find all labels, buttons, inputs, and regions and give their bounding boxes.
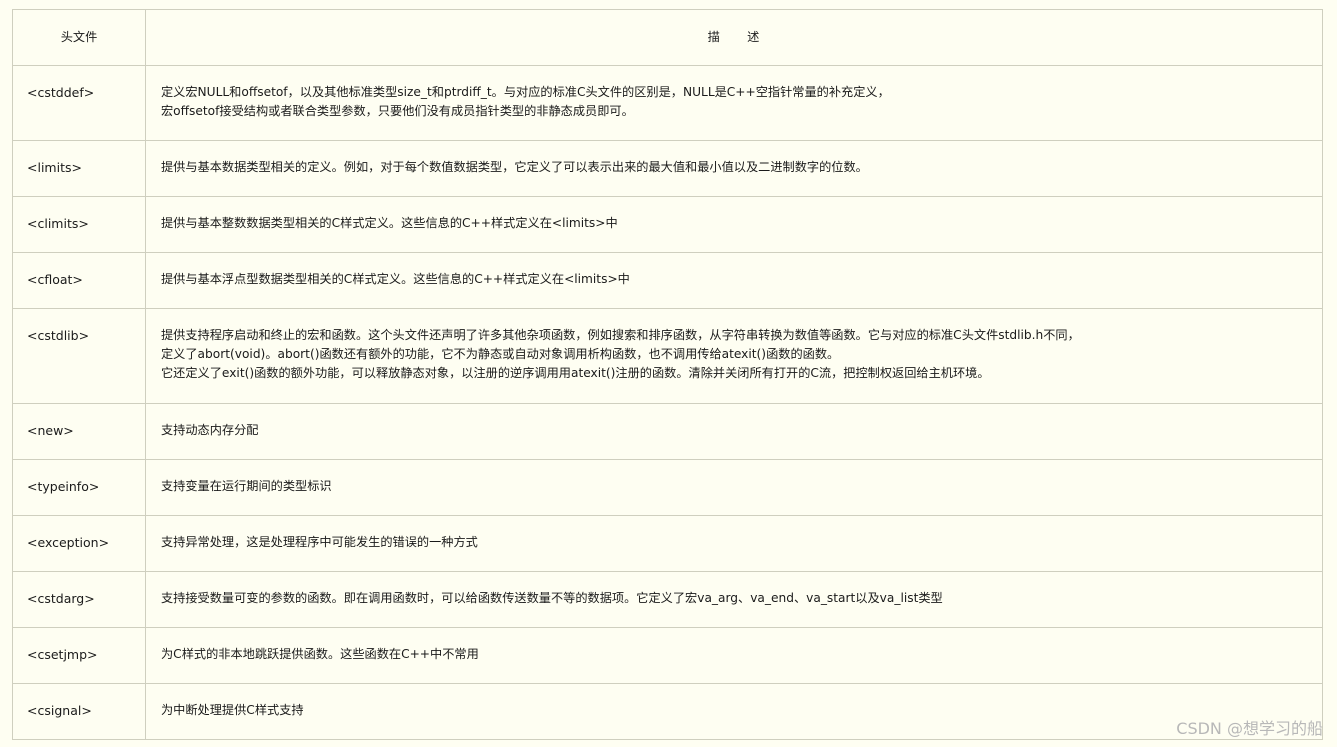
header-file-name: <new>: [12, 403, 146, 460]
table-row: <exception> 支持异常处理，这是处理程序中可能发生的错误的一种方式: [12, 515, 1323, 572]
header-file-description: 支持接受数量可变的参数的函数。即在调用函数时，可以给函数传送数量不等的数据项。它…: [145, 571, 1323, 628]
header-file-description: 提供与基本浮点型数据类型相关的C样式定义。这些信息的C++样式定义在<limit…: [145, 252, 1323, 309]
table-row: <limits> 提供与基本数据类型相关的定义。例如，对于每个数值数据类型，它定义…: [12, 140, 1323, 197]
header-file-name: <typeinfo>: [12, 459, 146, 516]
watermark: CSDN @想学习的船: [1176, 719, 1323, 738]
header-file-name: <csetjmp>: [12, 627, 146, 684]
header-file-description: 提供支持程序启动和终止的宏和函数。这个头文件还声明了许多其他杂项函数，例如搜索和…: [145, 308, 1323, 404]
description-line: 提供与基本浮点型数据类型相关的C样式定义。这些信息的C++样式定义在<limit…: [161, 272, 630, 286]
header-file-description: 为中断处理提供C样式支持: [145, 683, 1323, 740]
description-line: 支持异常处理，这是处理程序中可能发生的错误的一种方式: [161, 535, 478, 549]
table-row: <new> 支持动态内存分配: [12, 403, 1323, 460]
column-header-description: 描 述: [145, 9, 1323, 66]
description-line: 它还定义了exit()函数的额外功能，可以释放静态对象，以注册的逆序调用用ate…: [161, 366, 990, 380]
table-row: <cfloat> 提供与基本浮点型数据类型相关的C样式定义。这些信息的C++样式定…: [12, 252, 1323, 309]
description-line: 为C样式的非本地跳跃提供函数。这些函数在C++中不常用: [161, 647, 479, 661]
header-file-description: 提供与基本整数数据类型相关的C样式定义。这些信息的C++样式定义在<limits…: [145, 196, 1323, 253]
header-file-name: <cstdlib>: [12, 308, 146, 404]
column-header-file: 头文件: [12, 9, 146, 66]
header-file-name: <cfloat>: [12, 252, 146, 309]
description-line: 提供与基本数据类型相关的定义。例如，对于每个数值数据类型，它定义了可以表示出来的…: [161, 160, 868, 174]
description-line: 为中断处理提供C样式支持: [161, 703, 304, 717]
header-file-name: <exception>: [12, 515, 146, 572]
description-line: 支持变量在运行期间的类型标识: [161, 479, 332, 493]
description-line: 定义了abort(void)。abort()函数还有额外的功能，它不为静态或自动…: [161, 347, 840, 361]
table-row: <cstdarg> 支持接受数量可变的参数的函数。即在调用函数时，可以给函数传送数…: [12, 571, 1323, 628]
header-file-name: <climits>: [12, 196, 146, 253]
description-line: 定义宏NULL和offsetof，以及其他标准类型size_t和ptrdiff_…: [161, 85, 890, 99]
table-row: <cstddef> 定义宏NULL和offsetof，以及其他标准类型size_t…: [12, 65, 1323, 141]
table-row: <csetjmp> 为C样式的非本地跳跃提供函数。这些函数在C++中不常用: [12, 627, 1323, 684]
table-row: <typeinfo> 支持变量在运行期间的类型标识: [12, 459, 1323, 516]
header-file-description: 支持异常处理，这是处理程序中可能发生的错误的一种方式: [145, 515, 1323, 572]
description-line: 提供支持程序启动和终止的宏和函数。这个头文件还声明了许多其他杂项函数，例如搜索和…: [161, 328, 1080, 342]
description-line: 宏offsetof接受结构或者联合类型参数，只要他们没有成员指针类型的非静态成员…: [161, 104, 634, 118]
description-line: 提供与基本整数数据类型相关的C样式定义。这些信息的C++样式定义在<limits…: [161, 216, 618, 230]
header-file-name: <cstdarg>: [12, 571, 146, 628]
table-row: <cstdlib> 提供支持程序启动和终止的宏和函数。这个头文件还声明了许多其他杂…: [12, 308, 1323, 404]
table-row: <csignal> 为中断处理提供C样式支持: [12, 683, 1323, 740]
header-files-table-container: 头文件 描 述 <cstddef> 定义宏NULL和offsetof，以及其他标准…: [12, 9, 1323, 740]
header-file-name: <limits>: [12, 140, 146, 197]
header-file-description: 为C样式的非本地跳跃提供函数。这些函数在C++中不常用: [145, 627, 1323, 684]
table-row: <climits> 提供与基本整数数据类型相关的C样式定义。这些信息的C++样式定…: [12, 196, 1323, 253]
description-line: 支持接受数量可变的参数的函数。即在调用函数时，可以给函数传送数量不等的数据项。它…: [161, 591, 943, 605]
header-file-description: 定义宏NULL和offsetof，以及其他标准类型size_t和ptrdiff_…: [145, 65, 1323, 141]
description-line: 支持动态内存分配: [161, 423, 259, 437]
header-file-description: 支持动态内存分配: [145, 403, 1323, 460]
header-files-table: 头文件 描 述 <cstddef> 定义宏NULL和offsetof，以及其他标准…: [12, 9, 1323, 740]
header-file-name: <cstddef>: [12, 65, 146, 141]
header-file-name: <csignal>: [12, 683, 146, 740]
header-file-description: 提供与基本数据类型相关的定义。例如，对于每个数值数据类型，它定义了可以表示出来的…: [145, 140, 1323, 197]
table-header-row: 头文件 描 述: [12, 9, 1323, 66]
header-file-description: 支持变量在运行期间的类型标识: [145, 459, 1323, 516]
